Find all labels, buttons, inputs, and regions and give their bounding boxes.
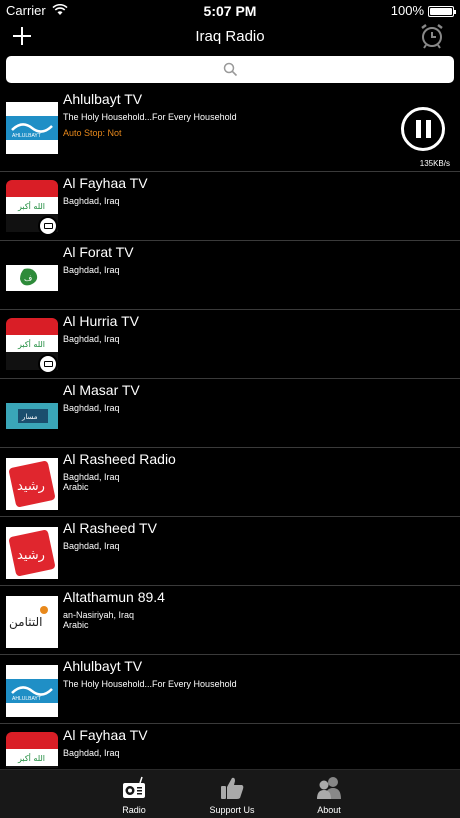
station-name: Al Rasheed Radio <box>63 451 176 467</box>
status-bar: Carrier 5:07 PM 100% <box>0 0 460 22</box>
tab-support-us[interactable]: Support Us <box>187 770 277 818</box>
svg-text:AHLULBAYT: AHLULBAYT <box>12 133 41 139</box>
battery-percent: 100% <box>390 3 424 18</box>
alforat-logo: ف <box>6 265 58 291</box>
thumbs-up-icon <box>221 777 244 799</box>
svg-text:الله أكبر: الله أكبر <box>17 201 45 211</box>
stream-speed: 135KB/s <box>419 159 450 168</box>
station-name: Altathamun 89.4 <box>63 589 165 605</box>
station-location: Baghdad, Iraq <box>63 196 120 206</box>
people-icon <box>317 777 341 799</box>
page-title: Iraq Radio <box>195 28 265 45</box>
radio-badge-icon <box>38 354 58 374</box>
station-name: Al Fayhaa TV <box>63 175 148 191</box>
auto-stop-status: Auto Stop: Not <box>63 128 122 138</box>
station-name: Al Fayhaa TV <box>63 727 148 743</box>
station-row[interactable]: الله أكبر Al Fayhaa TV Baghdad, Iraq <box>0 172 460 241</box>
ahlulbayt-logo: AHLULBAYT <box>6 665 58 717</box>
station-row[interactable]: ف Al Forat TV Baghdad, Iraq <box>0 241 460 310</box>
station-name: Ahlulbayt TV <box>63 658 143 674</box>
svg-text:AHLULBAYT: AHLULBAYT <box>12 696 41 702</box>
alarm-clock-icon[interactable] <box>418 22 446 50</box>
almasar-logo: مسار <box>6 403 58 429</box>
svg-text:رشيد: رشيد <box>17 548 45 563</box>
station-row[interactable]: مسار Al Masar TV Baghdad, Iraq <box>0 379 460 448</box>
station-subtitle: The Holy Household...For Every Household <box>63 679 237 689</box>
station-language: Arabic <box>63 482 89 492</box>
radio-badge-icon <box>38 216 58 236</box>
station-row[interactable]: الله أكبر Al Hurria TV Baghdad, Iraq <box>0 310 460 379</box>
search-icon <box>223 62 238 77</box>
station-location: Baghdad, Iraq <box>63 265 120 275</box>
tab-label: Support Us <box>209 805 255 815</box>
station-location: Baghdad, Iraq <box>63 334 120 344</box>
tab-radio[interactable]: Radio <box>89 770 179 818</box>
station-name: Al Rasheed TV <box>63 520 157 536</box>
station-location: an-Nasiriyah, Iraq <box>63 610 135 620</box>
altathamun-logo: التثامن <box>6 596 58 648</box>
station-row[interactable]: AHLULBAYT Ahlulbayt TV The Holy Househol… <box>0 88 460 172</box>
station-subtitle: The Holy Household...For Every Household <box>63 112 237 122</box>
radio-icon <box>123 776 145 798</box>
station-row[interactable]: الله أكبر Al Fayhaa TV Baghdad, Iraq <box>0 724 460 768</box>
station-row[interactable]: رشيد Al Rasheed Radio Baghdad, Iraq Arab… <box>0 448 460 517</box>
svg-text:رشيد: رشيد <box>17 479 45 494</box>
svg-text:التثامن: التثامن <box>9 615 42 630</box>
tab-bar: Radio Support Us About <box>0 769 460 818</box>
alrasheed-logo: رشيد <box>6 527 58 579</box>
svg-text:ف: ف <box>24 274 32 283</box>
alrasheed-logo: رشيد <box>6 458 58 510</box>
svg-text:الله أكبر: الله أكبر <box>17 339 45 349</box>
pause-button[interactable] <box>401 107 445 151</box>
station-row[interactable]: رشيد Al Rasheed TV Baghdad, Iraq <box>0 517 460 586</box>
station-name: Al Masar TV <box>63 382 140 398</box>
tab-label: Radio <box>122 805 146 815</box>
tab-about[interactable]: About <box>284 770 374 818</box>
battery-icon <box>428 6 456 17</box>
tab-label: About <box>317 805 341 815</box>
station-name: Al Forat TV <box>63 244 134 260</box>
station-name: Ahlulbayt TV <box>63 91 143 107</box>
station-location: Baghdad, Iraq <box>63 472 120 482</box>
pause-icon <box>416 120 421 138</box>
svg-text:الله أكبر: الله أكبر <box>17 753 45 763</box>
station-location: Baghdad, Iraq <box>63 541 120 551</box>
station-location: Baghdad, Iraq <box>63 403 120 413</box>
iraq-flag-logo: الله أكبر <box>6 732 58 768</box>
station-row[interactable]: التثامن Altathamun 89.4 an-Nasiriyah, Ir… <box>0 586 460 655</box>
svg-text:مسار: مسار <box>21 413 38 421</box>
station-location: Baghdad, Iraq <box>63 748 120 758</box>
station-name: Al Hurria TV <box>63 313 139 329</box>
search-input[interactable] <box>6 56 454 83</box>
ahlulbayt-logo: AHLULBAYT <box>6 102 58 154</box>
station-row[interactable]: AHLULBAYT Ahlulbayt TV The Holy Househol… <box>0 655 460 724</box>
station-language: Arabic <box>63 620 89 630</box>
station-list: AHLULBAYT Ahlulbayt TV The Holy Househol… <box>0 88 460 768</box>
nav-bar: Iraq Radio <box>0 22 460 54</box>
